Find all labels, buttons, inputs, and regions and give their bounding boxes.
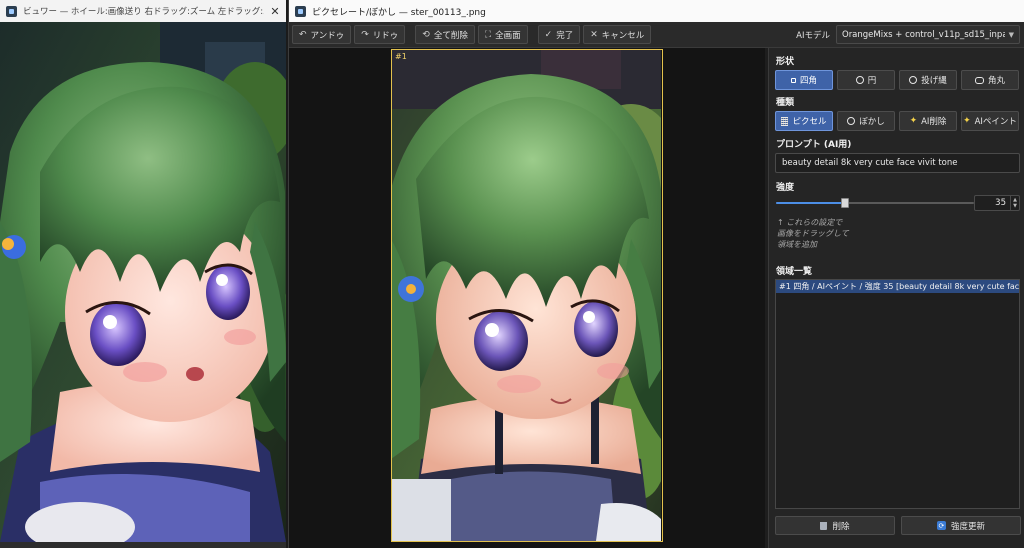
strength-section-title: 強度: [776, 183, 795, 193]
ai-model-select[interactable]: OrangeMixs + control_v11p_sd15_inpaint ▼: [836, 25, 1020, 44]
shape-circle-label: 円: [867, 76, 877, 86]
selection-region[interactable]: [391, 49, 663, 542]
slider-fill: [776, 202, 846, 204]
clear-all-label: 全て削除: [433, 30, 468, 41]
blur-icon: [847, 117, 856, 125]
shape-button-row: 四角 円 投げ縄 角丸: [775, 70, 1019, 90]
viewer-window: ビュワー — ホイール:画像送り 右ドラッグ:ズーム 左ドラッグ:パン 中ボ… …: [0, 0, 286, 548]
redo-label: リドゥ: [372, 30, 399, 41]
type-ai-remove-label: AI削除: [921, 117, 947, 127]
done-label: 完了: [556, 30, 574, 41]
toolbar: ↶ アンドゥ ↷ リドゥ ⟲ 全て削除 ⛶ 全画面 ✓ 完了 ✕ キャンセル A…: [289, 22, 1024, 48]
type-pixel-button[interactable]: ピクセル: [775, 111, 833, 131]
slider-thumb[interactable]: [841, 198, 850, 208]
lasso-icon: [909, 76, 918, 84]
strength-slider[interactable]: [776, 198, 974, 208]
bottom-buttons: 削除 ⟳ 強度更新: [775, 516, 1021, 535]
close-icon[interactable]: ✕: [264, 5, 286, 18]
hint-line: 領域を追加: [777, 240, 817, 249]
cancel-label: キャンセル: [601, 30, 645, 41]
delete-button[interactable]: 削除: [775, 516, 895, 535]
undo-label: アンドゥ: [310, 30, 345, 41]
clear-all-button[interactable]: ⟲ 全て削除: [415, 25, 475, 44]
type-ai-paint-button[interactable]: ✦ AIペイント: [961, 111, 1019, 131]
fullscreen-icon: ⛶: [484, 29, 492, 40]
update-strength-button[interactable]: ⟳ 強度更新: [901, 516, 1021, 535]
viewer-anime-girl-image: [0, 22, 286, 542]
redo-button[interactable]: ↷ リドゥ: [354, 25, 406, 44]
shape-rounded-button[interactable]: 角丸: [961, 70, 1019, 90]
shape-circle-button[interactable]: 円: [837, 70, 895, 90]
shape-lasso-button[interactable]: 投げ縄: [899, 70, 957, 90]
strength-value: 35: [995, 198, 1006, 208]
strength-spinbox[interactable]: 35 ▲ ▼: [974, 195, 1020, 211]
square-icon: [790, 77, 796, 83]
editor-titlebar: ピクセレート/ぼかし — ster_00113_.png: [289, 0, 1024, 22]
app-icon: [6, 5, 17, 17]
ai-model-value: OrangeMixs + control_v11p_sd15_inpaint: [842, 29, 1005, 40]
editor-title: ピクセレート/ぼかし — ster_00113_.png: [312, 7, 486, 18]
settings-panel: 形状 四角 円 投げ縄 角丸 種類 ピクセル ぼかし ✦ AI削除 ✦ AIペイ…: [768, 48, 1024, 548]
ai-model-group: AIモデル OrangeMixs + control_v11p_sd15_inp…: [796, 25, 1020, 44]
app-icon: [295, 5, 306, 17]
shape-rounded-label: 角丸: [987, 76, 1005, 86]
ai-model-label: AIモデル: [796, 30, 830, 41]
region-list-title: 領域一覧: [776, 267, 813, 277]
list-item[interactable]: #1 四角 / AIペイント / 強度 35 [beauty detail 8k…: [776, 280, 1019, 293]
sparkle-icon: ✦: [909, 116, 918, 126]
hint-line: 画像をドラッグして: [777, 229, 849, 238]
hint-line: ↑ これらの設定で: [777, 218, 843, 227]
viewer-bottom-strip: [0, 542, 286, 548]
shape-rect-button[interactable]: 四角: [775, 70, 833, 90]
shape-rect-label: 四角: [799, 76, 817, 86]
pixel-icon: [781, 116, 789, 126]
undo-button[interactable]: ↶ アンドゥ: [292, 25, 352, 44]
edit-canvas[interactable]: #1: [289, 48, 765, 548]
viewer-titlebar: ビュワー — ホイール:画像送り 右ドラッグ:ズーム 左ドラッグ:パン 中ボ… …: [0, 0, 286, 22]
close-icon: ✕: [590, 29, 598, 40]
update-strength-label: 強度更新: [950, 521, 985, 532]
rounded-square-icon: [974, 76, 984, 84]
region-list[interactable]: #1 四角 / AIペイント / 強度 35 [beauty detail 8k…: [775, 279, 1020, 509]
viewer-image[interactable]: [0, 22, 286, 542]
editor-window: ピクセレート/ぼかし — ster_00113_.png ↶ アンドゥ ↷ リド…: [288, 0, 1024, 548]
cancel-button[interactable]: ✕ キャンセル: [583, 25, 652, 44]
region-label: #1: [395, 52, 407, 61]
shape-lasso-label: 投げ縄: [921, 76, 947, 86]
undo-icon: ↶: [299, 29, 307, 40]
reset-icon: ⟲: [422, 29, 430, 40]
type-blur-button[interactable]: ぼかし: [837, 111, 895, 131]
type-ai-paint-label: AIペイント: [974, 117, 1017, 127]
delete-label: 削除: [832, 521, 850, 532]
type-pixel-label: ピクセル: [792, 117, 827, 127]
type-ai-remove-button[interactable]: ✦ AI削除: [899, 111, 957, 131]
type-button-row: ピクセル ぼかし ✦ AI削除 ✦ AIペイント: [775, 111, 1019, 131]
prompt-input[interactable]: beauty detail 8k very cute face vivit to…: [775, 153, 1020, 173]
sparkle-icon: ✦: [963, 116, 971, 126]
type-section-title: 種類: [776, 98, 795, 108]
viewer-title: ビュワー — ホイール:画像送り 右ドラッグ:ズーム 左ドラッグ:パン 中ボ…: [23, 7, 264, 17]
fullscreen-button[interactable]: ⛶ 全画面: [477, 25, 528, 44]
circle-icon: [855, 76, 864, 84]
refresh-icon: ⟳: [936, 521, 946, 530]
redo-icon: ↷: [361, 29, 369, 40]
check-icon: ✓: [544, 29, 553, 40]
fullscreen-label: 全画面: [495, 30, 521, 41]
prompt-section-title: プロンプト (AI用): [776, 140, 852, 150]
type-blur-label: ぼかし: [859, 117, 885, 127]
done-button[interactable]: ✓ 完了: [537, 25, 581, 44]
trash-icon: [820, 521, 828, 530]
chevron-down-icon: ▼: [1008, 30, 1014, 39]
hint-text: ↑ これらの設定で 画像をドラッグして 領域を追加: [777, 217, 849, 250]
spin-arrows-icon[interactable]: ▲ ▼: [1010, 196, 1019, 210]
shape-section-title: 形状: [776, 57, 795, 67]
